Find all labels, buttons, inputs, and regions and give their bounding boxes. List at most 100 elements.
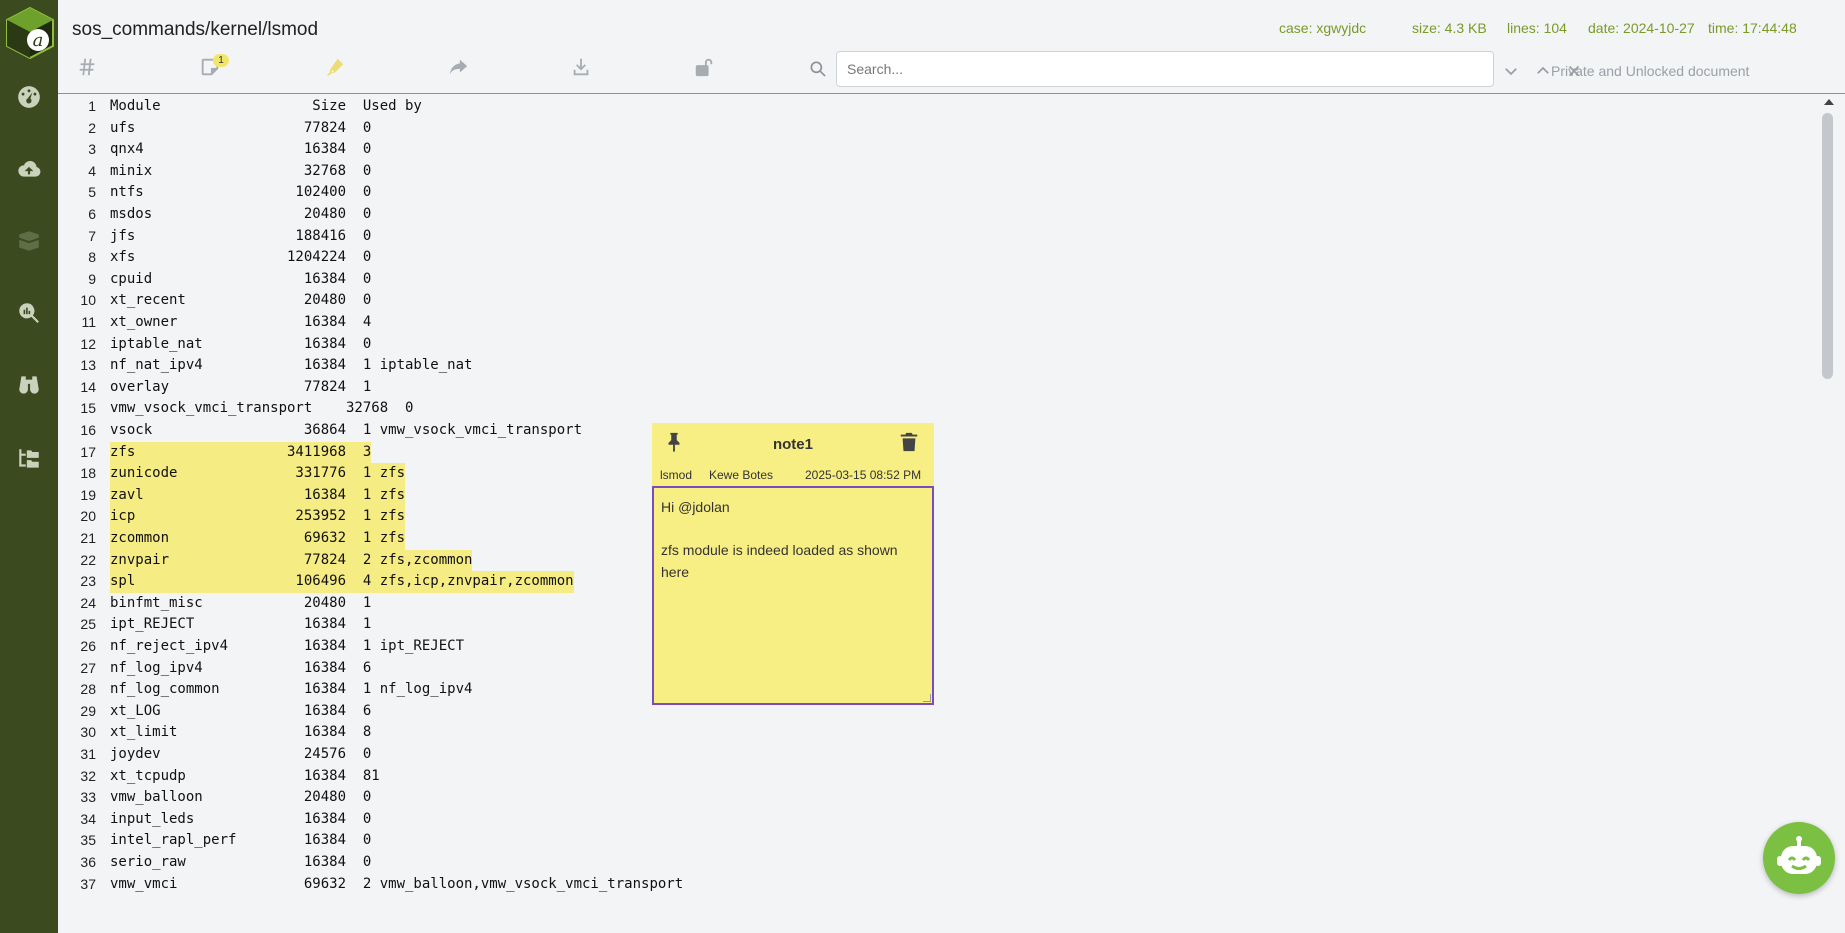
line-number: 19	[80, 486, 96, 503]
line-text: xt_recent 20480 0	[110, 292, 372, 309]
app: a sos_commands/kernel/lsmod case: xgwyjd…	[0, 0, 1845, 933]
line-number: 29	[80, 702, 96, 719]
sticky-note[interactable]: note1 lsmod Kewe Botes 2025-03-15 08:52 …	[652, 423, 934, 705]
line-number: 25	[80, 616, 96, 633]
line-text: vmw_vmci 69632 2 vmw_balloon,vmw_vsock_v…	[110, 875, 684, 892]
line-number: 28	[80, 681, 96, 698]
vertical-scrollbar[interactable]	[1820, 95, 1840, 933]
line-text: vmw_balloon 20480 0	[110, 789, 372, 806]
case-id: case: xgwyjdc	[1279, 20, 1367, 36]
note-textarea[interactable]: Hi @jdolan zfs module is indeed loaded a…	[652, 486, 934, 705]
line-number: 23	[80, 573, 96, 590]
notes-button[interactable]: 1	[195, 52, 229, 82]
file-size: size: 4.3 KB	[1412, 20, 1487, 36]
highlight-button[interactable]	[320, 52, 350, 82]
line-number: 31	[80, 746, 96, 762]
line-text: xt_LOG 16384 6	[110, 702, 372, 719]
code-line: 11 xt_owner 16384 4	[58, 312, 371, 334]
box-icon[interactable]	[14, 226, 44, 256]
cloud-upload-icon[interactable]	[14, 154, 44, 184]
code-line: 16 vsock 36864 1 vmw_vsock_vmci_transport	[58, 420, 582, 442]
line-text: binfmt_misc 20480 1	[110, 594, 372, 611]
scroll-up-arrow-icon[interactable]	[1824, 99, 1834, 105]
file-path: sos_commands/kernel/lsmod	[72, 19, 319, 40]
highlighted-line-text: zcommon 69632 1 zfs	[110, 528, 406, 550]
line-text: xfs 1204224 0	[110, 249, 372, 266]
chevron-down-icon	[1505, 68, 1517, 76]
lock-toggle-button[interactable]	[689, 52, 719, 82]
line-text: ufs 77824 0	[110, 119, 372, 136]
line-number: 30	[80, 724, 96, 741]
highlighter-icon	[326, 58, 344, 76]
svg-text:a: a	[33, 30, 44, 51]
code-line: 3 qnx4 16384 0	[58, 139, 371, 161]
code-line: 8 xfs 1204224 0	[58, 247, 371, 269]
share-arrow-icon	[449, 59, 468, 75]
folder-tree-icon[interactable]	[14, 444, 44, 474]
download-icon	[573, 58, 589, 76]
code-line: 23 spl 106496 4 zfs,icp,znvpair,zcommon	[58, 571, 574, 593]
line-text: msdos 20480 0	[110, 206, 372, 222]
line-number: 3	[88, 141, 96, 158]
code-line: 2 ufs 77824 0	[58, 118, 371, 140]
search-input[interactable]	[836, 51, 1494, 87]
code-line: 27 nf_log_ipv4 16384 6	[58, 658, 371, 680]
note-title: note1	[772, 436, 813, 453]
line-text: nf_nat_ipv4 16384 1 iptable_nat	[110, 357, 473, 374]
scrollbar-thumb[interactable]	[1822, 113, 1833, 379]
highlighted-line-text: zfs 3411968 3	[110, 441, 372, 464]
code-line: 32 xt_tcpudp 16384 81	[58, 766, 379, 788]
dashboard-icon[interactable]	[14, 82, 44, 112]
code-line: 22 znvpair 77824 2 zfs,zcommon	[58, 549, 473, 572]
line-text: xt_owner 16384 4	[110, 314, 372, 330]
download-button[interactable]	[566, 52, 596, 82]
line-text: input_leds 16384 0	[110, 810, 372, 827]
line-number: 7	[88, 227, 96, 244]
notes-count-badge: 1	[213, 54, 229, 67]
line-number: 34	[80, 810, 96, 827]
line-number: 32	[80, 767, 96, 784]
assistant-bot-button[interactable]	[1763, 822, 1835, 894]
line-number: 22	[80, 551, 96, 568]
line-number: 20	[80, 508, 96, 525]
line-text: minix 32768 0	[110, 162, 372, 179]
app-logo[interactable]: a	[4, 6, 56, 60]
code-line: 13 nf_nat_ipv4 16384 1 iptable_nat	[58, 355, 472, 377]
line-number: 24	[80, 594, 96, 611]
share-button[interactable]	[443, 52, 473, 82]
line-text: serio_raw 16384 0	[110, 854, 372, 870]
highlighted-line-text: zunicode 331776 1 zfs	[110, 463, 406, 485]
code-line: 35 intel_rapl_perf 16384 0	[58, 830, 371, 852]
line-text: intel_rapl_perf 16384 0	[110, 832, 372, 849]
line-text: jfs 188416 0	[110, 227, 372, 244]
code-line: 37 vmw_vmci 69632 2 vmw_balloon,vmw_vsock…	[58, 874, 683, 896]
line-number: 21	[80, 530, 96, 546]
code-line: 18 zunicode 331776 1 zfs	[58, 463, 406, 485]
line-number: 5	[88, 184, 96, 201]
line-number: 12	[80, 335, 96, 352]
search-next-button[interactable]	[1500, 60, 1522, 82]
code-line: 10 xt_recent 20480 0	[58, 290, 371, 312]
line-text: qnx4 16384 0	[110, 141, 372, 158]
note-resize-handle[interactable]	[923, 694, 931, 702]
code-line: 17 zfs 3411968 3	[58, 441, 372, 464]
code-line: 5 ntfs 102400 0	[58, 182, 371, 204]
line-numbers-button[interactable]	[72, 52, 102, 82]
line-number: 17	[80, 443, 96, 460]
header: sos_commands/kernel/lsmod case: xgwyjdc …	[58, 0, 1845, 94]
line-text: vsock 36864 1 vmw_vsock_vmci_transport	[110, 422, 583, 438]
line-number: 4	[88, 162, 96, 179]
line-number: 15	[80, 400, 96, 417]
robot-icon	[1777, 836, 1821, 874]
document-status: Private and Unlocked document	[1551, 63, 1750, 79]
trash-icon[interactable]	[898, 430, 924, 458]
code-line: 4 minix 32768 0	[58, 161, 371, 183]
code-line: 33 vmw_balloon 20480 0	[58, 787, 371, 809]
binoculars-icon[interactable]	[14, 370, 44, 400]
analytics-search-icon[interactable]	[14, 298, 44, 328]
code-line: 26 nf_reject_ipv4 16384 1 ipt_REJECT	[58, 636, 464, 658]
line-number: 36	[80, 854, 96, 870]
code-line: 14 overlay 77824 1	[58, 377, 371, 399]
code-line: 1 Module Size Used by	[58, 96, 422, 118]
code-line: 29 xt_LOG 16384 6	[58, 701, 371, 723]
